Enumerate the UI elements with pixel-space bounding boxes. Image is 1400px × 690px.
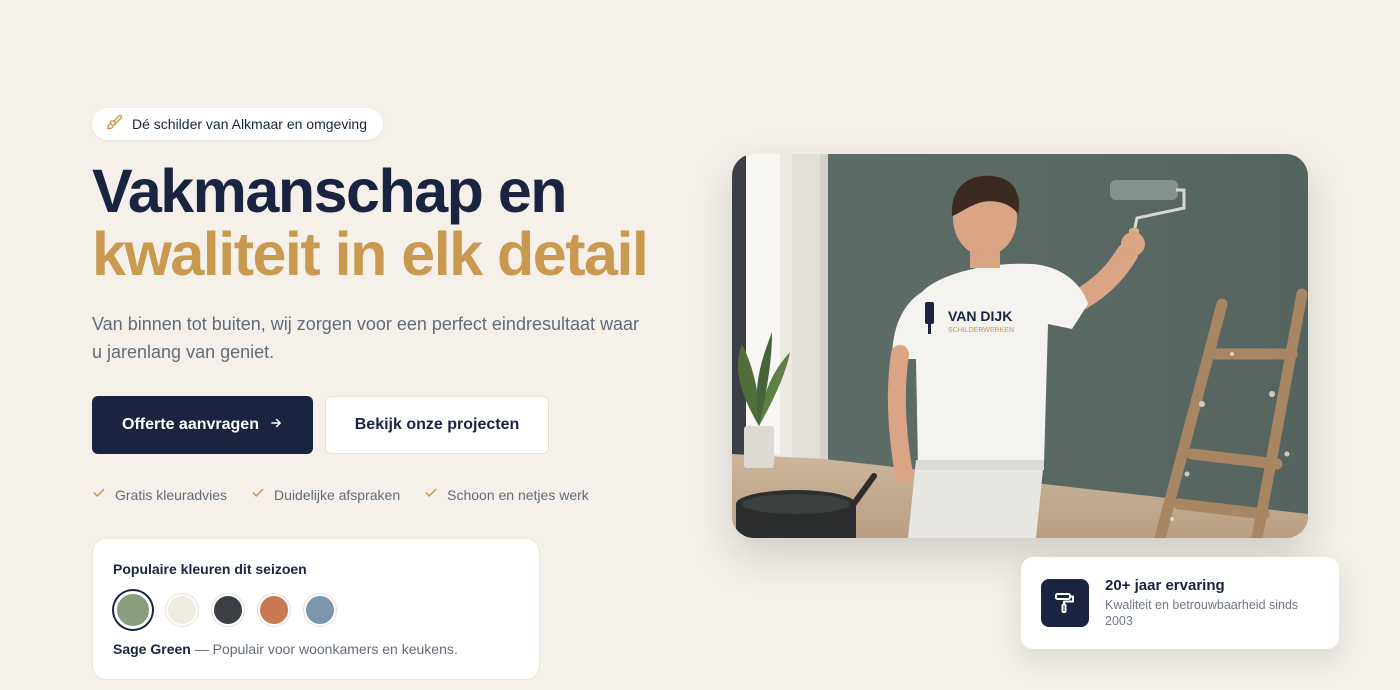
paint-roller-icon: [1041, 579, 1089, 627]
check-icon: [251, 486, 265, 503]
color-swatches: [113, 591, 519, 629]
check-label: Gratis kleuradvies: [115, 486, 228, 503]
selected-color-description: Sage Green — Populair voor woonkamers en…: [113, 641, 519, 657]
popular-colors-card: Populaire kleuren dit seizoen Sage Green…: [92, 538, 540, 680]
experience-card: 20+ jaar ervaring Kwaliteit en betrouwba…: [1021, 557, 1339, 649]
color-swatch-charcoal[interactable]: [212, 594, 244, 626]
check-icon: [92, 486, 106, 503]
hero-photo-painter: VAN DIJK SCHILDERWERKEN: [732, 154, 1308, 538]
check-icon: [424, 486, 438, 503]
check-item: Gratis kleuradvies: [92, 486, 227, 503]
color-swatch-sage-green[interactable]: [114, 591, 152, 629]
paintbrush-icon: [106, 114, 123, 134]
experience-title: 20+ jaar ervaring: [1105, 577, 1225, 594]
selected-color-desc: — Populair voor woonkamers en keukens.: [194, 641, 458, 657]
check-item: Duidelijke afspraken: [251, 486, 400, 503]
shirt-brand-text: VAN DIJK: [948, 308, 1012, 324]
request-quote-label: Offerte aanvragen: [122, 416, 259, 433]
request-quote-button[interactable]: Offerte aanvragen: [92, 396, 313, 454]
color-swatch-terracotta[interactable]: [258, 594, 290, 626]
experience-subtitle: Kwaliteit en betrouwbaarheid sinds 2003: [1105, 598, 1299, 628]
hero-title-line1: Vakmanschap en: [92, 157, 568, 225]
view-projects-button[interactable]: Bekijk onze projecten: [325, 396, 549, 454]
popular-colors-title: Populaire kleuren dit seizoen: [113, 561, 307, 577]
hero-badge: Dé schilder van Alkmaar en omgeving: [92, 108, 384, 140]
shirt-sub-text: SCHILDERWERKEN: [948, 327, 1014, 334]
feature-checklist: Gratis kleuradvies Duidelijke afspraken …: [92, 486, 589, 503]
color-swatch-cream[interactable]: [166, 594, 198, 626]
check-label: Schoon en netjes werk: [447, 486, 589, 503]
check-item: Schoon en netjes werk: [424, 486, 589, 503]
selected-color-name: Sage Green: [113, 641, 191, 657]
hero-title: Vakmanschap en kwaliteit in elk detail: [92, 157, 649, 288]
hero-title-line2: kwaliteit in elk detail: [92, 220, 649, 288]
check-label: Duidelijke afspraken: [274, 486, 401, 503]
hero-lead: Van binnen tot buiten, wij zorgen voor e…: [92, 314, 640, 362]
hero-badge-text: Dé schilder van Alkmaar en omgeving: [132, 116, 368, 132]
arrow-right-icon: [269, 416, 283, 435]
view-projects-label: Bekijk onze projecten: [354, 416, 520, 433]
color-swatch-blue-grey[interactable]: [304, 594, 336, 626]
